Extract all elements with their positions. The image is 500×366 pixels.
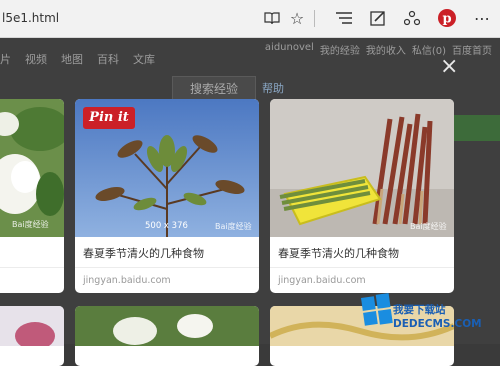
nav-item[interactable]: 文库: [133, 51, 155, 67]
pin-card-partial[interactable]: [0, 306, 64, 366]
pin-it-button[interactable]: Pin it: [83, 107, 135, 129]
user-link[interactable]: aidunovel: [265, 42, 314, 57]
svg-text:p: p: [442, 12, 451, 27]
card-source[interactable]: jingyan.baidu.com: [83, 275, 171, 286]
card-title: 春夏季节清火的几种食物: [83, 247, 204, 260]
watermark-line2: DEDECMS.COM: [393, 318, 482, 330]
nav-item[interactable]: 片: [0, 51, 11, 67]
browser-toolbar: l5e1.html ☆ p ⋯: [0, 0, 500, 38]
card-watermark: Bai度经验: [12, 220, 49, 229]
pin-card[interactable]: Bai度经验 春夏季节清火的几种食物 jingyan.baidu.com: [270, 99, 454, 293]
card-source[interactable]: jingyan.baidu.com: [278, 275, 366, 286]
user-link[interactable]: 我的经验: [320, 42, 360, 57]
address-bar[interactable]: l5e1.html: [0, 6, 302, 30]
share-icon[interactable]: [402, 8, 422, 28]
card-watermark: Bai度经验: [410, 222, 447, 231]
user-link[interactable]: 我的收入: [366, 42, 406, 57]
card-image: [0, 99, 64, 237]
card-divider: [270, 267, 454, 268]
reading-view-icon[interactable]: [262, 8, 282, 28]
close-icon[interactable]: ×: [440, 56, 458, 78]
card-divider: [0, 267, 64, 268]
pin-card-left[interactable]: Bai度经验: [0, 99, 64, 293]
pin-card-partial[interactable]: [75, 306, 259, 366]
nav-item[interactable]: 百科: [97, 51, 119, 67]
help-link[interactable]: 帮助: [262, 80, 284, 96]
card-image: [270, 99, 454, 237]
green-bar: [452, 115, 500, 141]
card-divider: [75, 267, 259, 268]
top-nav: 片 视频 地图 百科 文库: [0, 51, 155, 67]
watermark-line1: 我要下载站: [393, 304, 446, 316]
hub-icon[interactable]: [334, 8, 354, 28]
image-dimensions: 500 x 376: [145, 221, 188, 231]
more-icon[interactable]: ⋯: [472, 8, 492, 28]
search-experience-button[interactable]: 搜索经验: [172, 76, 256, 100]
card-watermark: Bai度经验: [215, 222, 252, 231]
user-link[interactable]: 百度首页: [452, 42, 492, 57]
pinterest-icon[interactable]: p: [437, 8, 457, 28]
card-title: 春夏季节清火的几种食物: [278, 247, 399, 260]
web-note-icon[interactable]: [368, 8, 388, 28]
nav-item[interactable]: 视频: [25, 51, 47, 67]
toolbar-divider: [314, 10, 315, 27]
nav-item[interactable]: 地图: [61, 51, 83, 67]
pin-card[interactable]: Pin it 500 x 376 Bai度经验 春夏季节清火的几种食物 jing…: [75, 99, 259, 293]
favorite-star-icon[interactable]: ☆: [287, 8, 307, 28]
